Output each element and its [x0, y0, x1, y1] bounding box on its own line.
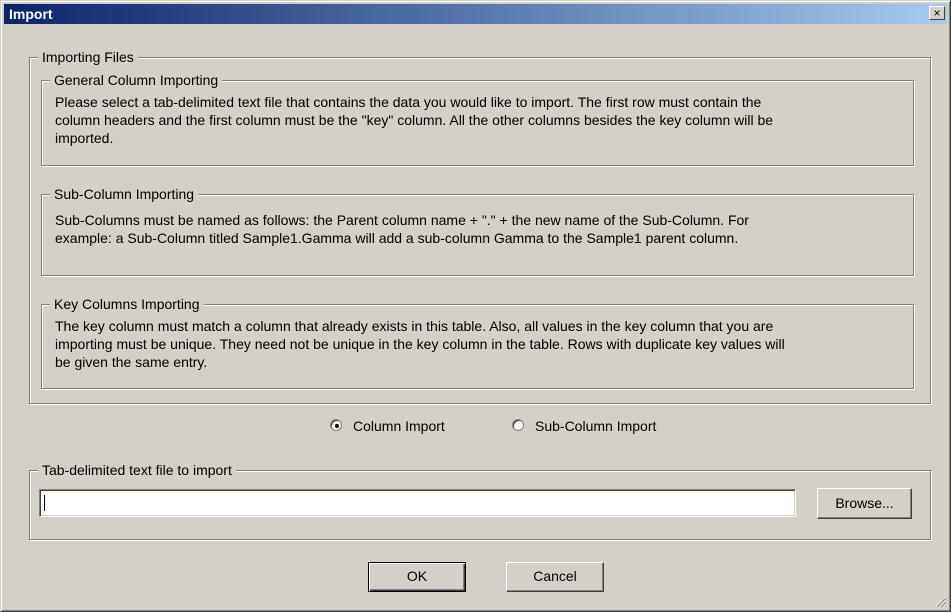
sub-column-legend: Sub-Column Importing [50, 186, 199, 202]
browse-button[interactable]: Browse... [817, 488, 912, 519]
description-line: example: a Sub-Column titled Sample1.Gam… [55, 230, 739, 246]
title-bar[interactable]: Import × [4, 4, 947, 24]
importing-files-group: Importing Files General Column Importing… [29, 49, 931, 404]
description-line: Please select a tab-delimited text file … [55, 94, 762, 110]
text-caret [44, 495, 45, 511]
general-column-legend: General Column Importing [50, 72, 223, 88]
import-dialog: Import × Importing Files General Column … [0, 0, 951, 612]
sub-column-group: Sub-Column Importing Sub-Columns must be… [41, 186, 914, 276]
file-path-input[interactable] [39, 489, 796, 517]
resize-grip-icon[interactable] [935, 596, 947, 608]
key-columns-legend: Key Columns Importing [50, 296, 204, 312]
key-columns-group: Key Columns Importing The key column mus… [41, 296, 914, 389]
description-line: Sub-Columns must be named as follows: th… [55, 212, 749, 228]
window-title: Import [9, 6, 53, 22]
cancel-button-label: Cancel [533, 568, 577, 584]
close-icon: × [933, 6, 941, 20]
ok-button-label: OK [406, 568, 428, 584]
general-column-group: General Column Importing Please select a… [41, 72, 914, 166]
description-line: column headers and the first column must… [55, 112, 774, 128]
description-line: The key column must match a column that … [55, 318, 774, 334]
radio-unselected-icon[interactable] [512, 419, 524, 431]
description-line: imported. [55, 130, 114, 146]
sub-column-import-label[interactable]: Sub-Column Import [535, 417, 656, 435]
ok-button[interactable]: OK [368, 562, 466, 592]
sub-column-description: Sub-Columns must be named as follows: th… [55, 211, 903, 247]
file-to-import-legend: Tab-delimited text file to import [38, 462, 236, 478]
browse-button-label: Browse... [835, 495, 894, 511]
radio-selected-icon[interactable] [330, 419, 342, 431]
general-column-description: Please select a tab-delimited text file … [55, 93, 903, 147]
cancel-button[interactable]: Cancel [506, 562, 604, 592]
close-button[interactable]: × [929, 6, 945, 20]
key-columns-description: The key column must match a column that … [55, 317, 903, 371]
column-import-label[interactable]: Column Import [353, 417, 445, 435]
importing-files-legend: Importing Files [38, 49, 138, 65]
description-line: be given the same entry. [55, 354, 208, 370]
description-line: importing must be unique. They need not … [55, 336, 785, 352]
